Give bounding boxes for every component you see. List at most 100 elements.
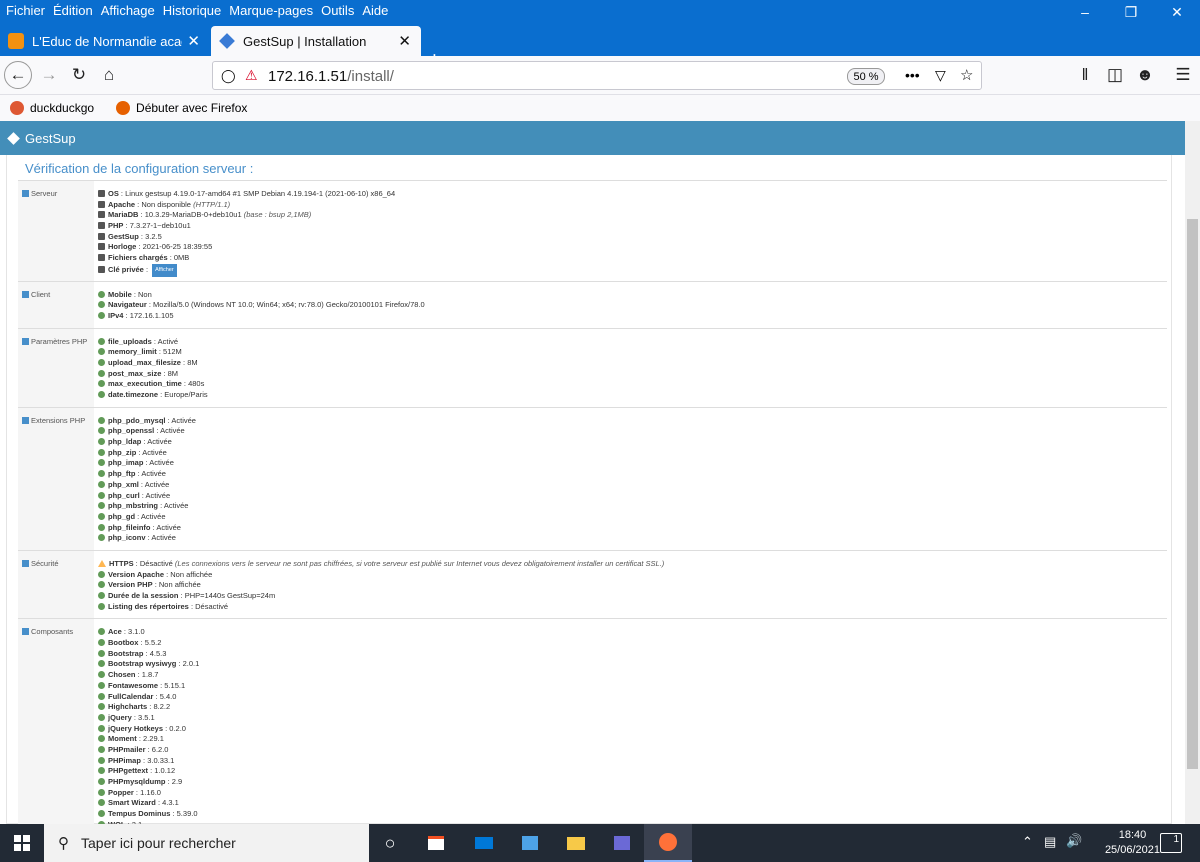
check-circle-icon: [98, 416, 105, 424]
notification-icon[interactable]: 1: [1160, 833, 1182, 853]
account-icon[interactable]: ☻: [1134, 64, 1156, 86]
config-line: php_xml : Activée: [98, 480, 1163, 491]
firefox-taskbar-icon[interactable]: [644, 824, 692, 862]
config-line: Chosen : 1.8.7: [98, 670, 1163, 681]
menu-aide[interactable]: Aide: [362, 3, 388, 18]
config-line: Bootbox : 5.5.2: [98, 638, 1163, 649]
check-circle-icon: [98, 348, 105, 356]
tab-educ-normandie[interactable]: L'Educ de Normandie académ ✕: [0, 26, 210, 56]
menu-outils[interactable]: Outils: [321, 3, 354, 18]
store-icon[interactable]: [412, 824, 460, 862]
zoom-level[interactable]: 50 %: [847, 68, 885, 85]
section-values: OS : Linux gestsup 4.19.0-17-amd64 #1 SM…: [94, 180, 1167, 281]
main-panel: Vérification de la configuration serveur…: [6, 155, 1172, 824]
section-label: Composants: [18, 618, 94, 824]
config-line: Durée de la session : PHP=1440s GestSup=…: [98, 591, 1163, 602]
forward-icon[interactable]: →: [38, 64, 60, 86]
page-content: GestSup Vérification de la configuration…: [0, 121, 1185, 824]
close-tab-icon[interactable]: ✕: [398, 32, 411, 50]
network-app-icon[interactable]: [506, 824, 554, 862]
ticket-icon: [219, 33, 235, 49]
check-circle-icon: [98, 448, 105, 456]
volume-icon[interactable]: 🔊: [1066, 833, 1082, 849]
config-line: PHPmysqldump : 2.9: [98, 777, 1163, 788]
config-line: PHPmailer : 6.2.0: [98, 745, 1163, 756]
back-icon[interactable]: ←: [4, 61, 32, 89]
menu-fichier[interactable]: Fichier: [6, 3, 45, 18]
pocket-icon[interactable]: ▽: [935, 67, 946, 84]
check-circle-icon: [98, 745, 105, 753]
info-icon: [98, 254, 105, 262]
home-icon[interactable]: ⌂: [98, 64, 120, 86]
config-line: PHPgettext : 1.0.12: [98, 766, 1163, 777]
config-line: GestSup : 3.2.5: [98, 232, 1163, 243]
check-circle-icon: [98, 592, 105, 599]
library-icon[interactable]: ‖: [1074, 64, 1096, 86]
config-table: Serveur OS : Linux gestsup 4.19.0-17-amd6…: [18, 180, 1167, 824]
config-line: php_ldap : Activée: [98, 437, 1163, 448]
chevron-up-icon[interactable]: ⌃: [1022, 834, 1033, 850]
clock[interactable]: 18:40 25/06/2021: [1105, 828, 1160, 858]
file-explorer-icon[interactable]: [552, 824, 600, 862]
config-line: jQuery Hotkeys : 0.2.0: [98, 724, 1163, 735]
check-circle-icon: [98, 581, 105, 589]
section-values: php_pdo_mysql : Activée php_openssl : Act…: [94, 406, 1167, 551]
hamburger-menu-icon[interactable]: ☰: [1172, 64, 1194, 86]
config-line: php_pdo_mysql : Activée: [98, 416, 1163, 427]
bookmark-debuter-firefox[interactable]: Débuter avec Firefox: [116, 101, 247, 115]
config-row: Extensions PHP php_pdo_mysql : Activée php…: [18, 406, 1167, 551]
check-circle-icon: [98, 767, 105, 775]
taskbar-search[interactable]: ⚲ Taper ici pour rechercher: [44, 824, 369, 862]
config-line: Bootstrap : 4.5.3: [98, 649, 1163, 660]
config-line: Ace : 3.1.0: [98, 627, 1163, 638]
check-circle-icon: [98, 639, 105, 647]
scrollbar-thumb[interactable]: [1187, 219, 1198, 769]
bookmark-star-icon[interactable]: ☆: [960, 66, 973, 84]
sidebar-icon[interactable]: ◫: [1104, 64, 1126, 86]
config-line: Fichiers chargés : 0MB: [98, 253, 1163, 264]
reload-icon[interactable]: ↻: [68, 64, 90, 86]
mail-icon[interactable]: [460, 824, 508, 862]
check-circle-icon: [98, 491, 105, 499]
section-icon: [22, 416, 29, 424]
scrollbar[interactable]: [1185, 121, 1200, 824]
section-label: Paramètres PHP: [18, 327, 94, 408]
menu-edition[interactable]: Édition: [53, 3, 93, 18]
check-circle-icon: [98, 681, 105, 689]
url-bar[interactable]: ◯ ⚠ 172.16.1.51/install/ 50 % ••• ▽ ☆: [212, 61, 982, 90]
more-actions-icon[interactable]: •••: [905, 67, 920, 83]
network-tray-icon[interactable]: ▤: [1044, 834, 1056, 850]
config-line: Highcharts : 8.2.2: [98, 702, 1163, 713]
menu-historique[interactable]: Historique: [163, 3, 222, 18]
close-tab-icon[interactable]: ✕: [187, 32, 200, 50]
menu-affichage[interactable]: Affichage: [101, 3, 155, 18]
config-line: Tempus Dominus : 5.39.0: [98, 809, 1163, 820]
check-circle-icon: [98, 713, 105, 721]
insecure-lock-icon[interactable]: ⚠: [245, 67, 258, 84]
remote-desktop-icon[interactable]: [598, 824, 646, 862]
tab-gestsup[interactable]: GestSup | Installation ✕: [211, 26, 421, 56]
config-line: php_curl : Activée: [98, 491, 1163, 502]
app-name[interactable]: GestSup: [25, 131, 76, 146]
tab-bar: L'Educ de Normandie académ ✕ GestSup | I…: [0, 20, 1200, 72]
info-icon: [98, 200, 105, 208]
gestsup-logo-icon: [7, 131, 20, 145]
config-line: max_execution_time : 480s: [98, 379, 1163, 390]
check-circle-icon: [98, 703, 105, 711]
config-row: Client Mobile : Non Navigateur : Mozilla/5…: [18, 280, 1167, 329]
config-line: Version PHP : Non affichée: [98, 580, 1163, 591]
info-icon: [98, 211, 105, 219]
cortana-icon[interactable]: ○: [366, 824, 414, 862]
menu-marque-pages[interactable]: Marque-pages: [229, 3, 313, 18]
clock-time: 18:40: [1118, 829, 1147, 841]
config-line: FullCalendar : 5.4.0: [98, 692, 1163, 703]
section-values: HTTPS : Désactivé (Les connexions vers l…: [94, 549, 1167, 619]
section-icon: [22, 337, 29, 345]
shield-icon[interactable]: ◯: [221, 68, 236, 84]
windows-start-icon[interactable]: [0, 824, 44, 862]
check-circle-icon: [98, 470, 105, 478]
config-line: php_mbstring : Activée: [98, 501, 1163, 512]
check-circle-icon: [98, 480, 105, 488]
bookmark-duckduckgo[interactable]: duckduckgo: [10, 101, 94, 115]
show-key-button[interactable]: Afficher: [152, 263, 177, 277]
